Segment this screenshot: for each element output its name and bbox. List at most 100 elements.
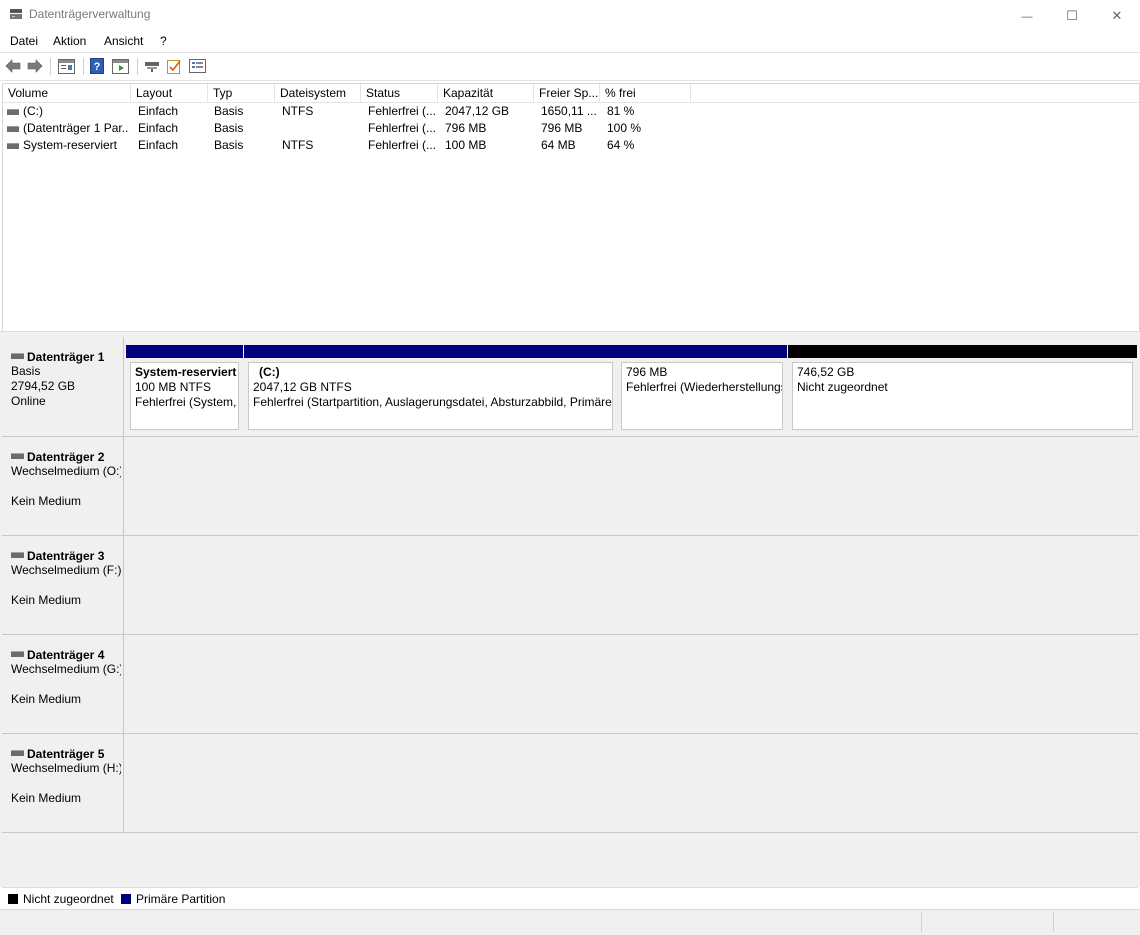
status-bar-separator [921, 912, 922, 932]
table-row[interactable]: System-reserviert Einfach Basis NTFS Feh… [3, 137, 1139, 154]
disk-status: Online [11, 394, 46, 408]
disk-type: Wechselmedium (O:) [11, 464, 121, 478]
disk-icon [11, 452, 24, 459]
disk-label-4[interactable]: Datenträger 4 Wechselmedium (G:) ​ Kein … [2, 635, 124, 733]
disk-status: Kein Medium [11, 692, 82, 706]
cell-status: Fehlerfrei (... [368, 121, 437, 135]
cell-freier-speicher: 1650,11 ... [541, 104, 597, 118]
close-icon: ✕ [1111, 8, 1123, 23]
partition-unallocated[interactable]: 746,52 GB Nicht zugeordnet [788, 345, 1137, 434]
cell-volume: (Datenträger 1 Par... [23, 121, 129, 135]
table-row[interactable]: (C:) Einfach Basis NTFS Fehlerfrei (... … [3, 103, 1139, 120]
disk-size: ​ [11, 479, 121, 494]
connect-disk-icon[interactable] [144, 59, 160, 73]
partition-bar [126, 345, 243, 358]
table-row[interactable]: (Datenträger 1 Par... Einfach Basis Fehl… [3, 120, 1139, 137]
menu-help[interactable]: ? [160, 34, 167, 48]
partition-c[interactable]: (C:) 2047,12 GB NTFS Fehlerfrei (Startpa… [244, 345, 617, 434]
cell-dateisystem: NTFS [282, 104, 314, 118]
disk-row-divider [2, 733, 1138, 734]
maximize-button[interactable]: ☐ [1049, 0, 1095, 30]
disk-row-divider [2, 436, 1138, 437]
disk-size: 2794,52 GB [11, 379, 76, 393]
disk-type: Wechselmedium (H:) [11, 761, 121, 775]
partition-status: Fehlerfrei (Startpartition, Auslagerungs… [253, 395, 612, 409]
menu-datei[interactable]: Datei [10, 34, 38, 48]
back-arrow-icon[interactable] [5, 58, 21, 74]
close-button[interactable]: ✕ [1094, 0, 1140, 30]
settings-list-icon[interactable] [189, 59, 206, 73]
cell-layout: Einfach [138, 138, 179, 152]
menu-ansicht[interactable]: Ansicht [104, 34, 143, 48]
legend: Nicht zugeordnet Primäre Partition [2, 887, 1138, 908]
disk-type: Wechselmedium (F:) [11, 563, 121, 577]
menu-aktion[interactable]: Aktion [53, 34, 86, 48]
cell-layout: Einfach [138, 121, 179, 135]
legend-swatch-primary [121, 894, 131, 904]
volume-list-header: Volume Layout Typ Dateisystem Status Kap… [3, 84, 1139, 103]
disk-label-5[interactable]: Datenträger 5 Wechselmedium (H:) ​ Kein … [2, 734, 124, 832]
column-header-layout[interactable]: Layout [131, 84, 208, 102]
cell-typ: Basis [214, 138, 244, 152]
partition-bar [617, 345, 787, 358]
cell-dateisystem: NTFS [282, 138, 314, 152]
legend-label-unallocated: Nicht zugeordnet [23, 892, 114, 906]
partition-recovery[interactable]: 796 MB Fehlerfrei (Wiederherstellungspar… [617, 345, 787, 434]
column-header-status[interactable]: Status [361, 84, 438, 102]
cell-kapazitaet: 2047,12 GB [445, 104, 510, 118]
disk-row-divider [2, 535, 1138, 536]
disk-size: ​ [11, 776, 121, 791]
cell-kapazitaet: 796 MB [445, 121, 487, 135]
disk-type: Wechselmedium (G:) [11, 662, 121, 676]
column-header-dateisystem[interactable]: Dateisystem [275, 84, 361, 102]
column-header-typ[interactable]: Typ [208, 84, 275, 102]
partition-system-reserviert[interactable]: System-reserviert 100 MB NTFS Fehlerfrei… [126, 345, 243, 434]
column-header-kapazitaet[interactable]: Kapazität [438, 84, 534, 102]
partition-size: 746,52 GB [797, 365, 855, 379]
toolbar-separator [50, 58, 51, 75]
volume-icon [7, 108, 19, 115]
partition-bar [788, 345, 1137, 358]
partition-status: Fehlerfrei (Wiederherstellungspartition) [626, 380, 782, 394]
partition-title: (C:) [259, 365, 280, 379]
status-bar-separator [1053, 912, 1054, 932]
forward-arrow-icon[interactable] [27, 58, 43, 74]
cell-volume: (C:) [23, 104, 43, 118]
column-header-volume[interactable]: Volume [3, 84, 131, 102]
minimize-icon: — [1021, 11, 1033, 23]
disk-row-divider [2, 832, 1138, 833]
disk-status: Kein Medium [11, 791, 82, 805]
disk-type: Basis [11, 364, 41, 378]
disk-label-3[interactable]: Datenträger 3 Wechselmedium (F:) ​ Kein … [2, 536, 124, 634]
cell-freier-speicher: 64 MB [541, 138, 576, 152]
cell-prozent-frei: 81 % [607, 104, 635, 118]
partition-size: 100 MB NTFS [135, 380, 212, 394]
disk-label-2[interactable]: Datenträger 2 Wechselmedium (O:) ​ Kein … [2, 437, 124, 535]
properties-icon[interactable] [58, 59, 75, 74]
volume-icon [7, 125, 19, 132]
legend-label-primary: Primäre Partition [136, 892, 226, 906]
disk-name: Datenträger 5 [27, 747, 105, 761]
maximize-icon: ☐ [1066, 8, 1078, 23]
status-bar [0, 909, 1140, 935]
show-hide-console-icon[interactable] [112, 59, 129, 74]
cell-layout: Einfach [138, 104, 179, 118]
minimize-button[interactable]: — [1004, 0, 1050, 30]
partition-status: Nicht zugeordnet [797, 380, 888, 394]
legend-swatch-unallocated [8, 894, 18, 904]
column-header-freier-speicher[interactable]: Freier Sp... [534, 84, 600, 102]
title-bar: Datenträgerverwaltung — ☐ ✕ [0, 0, 1140, 30]
disk-icon [11, 551, 24, 558]
partition-size: 796 MB [626, 365, 668, 379]
check-icon[interactable] [167, 58, 182, 74]
column-header-prozent-frei[interactable]: % frei [600, 84, 691, 102]
cell-status: Fehlerfrei (... [368, 138, 437, 152]
cell-typ: Basis [214, 121, 244, 135]
disk-status: Kein Medium [11, 494, 82, 508]
disk-name: Datenträger 3 [27, 549, 105, 563]
svg-text:?: ? [94, 61, 101, 73]
window-title: Datenträgerverwaltung [29, 7, 151, 21]
disk-label-1[interactable]: Datenträger 1 Basis 2794,52 GB Online [2, 337, 124, 436]
help-icon[interactable]: ? [90, 58, 104, 74]
partition-size: 2047,12 GB NTFS [253, 380, 352, 394]
